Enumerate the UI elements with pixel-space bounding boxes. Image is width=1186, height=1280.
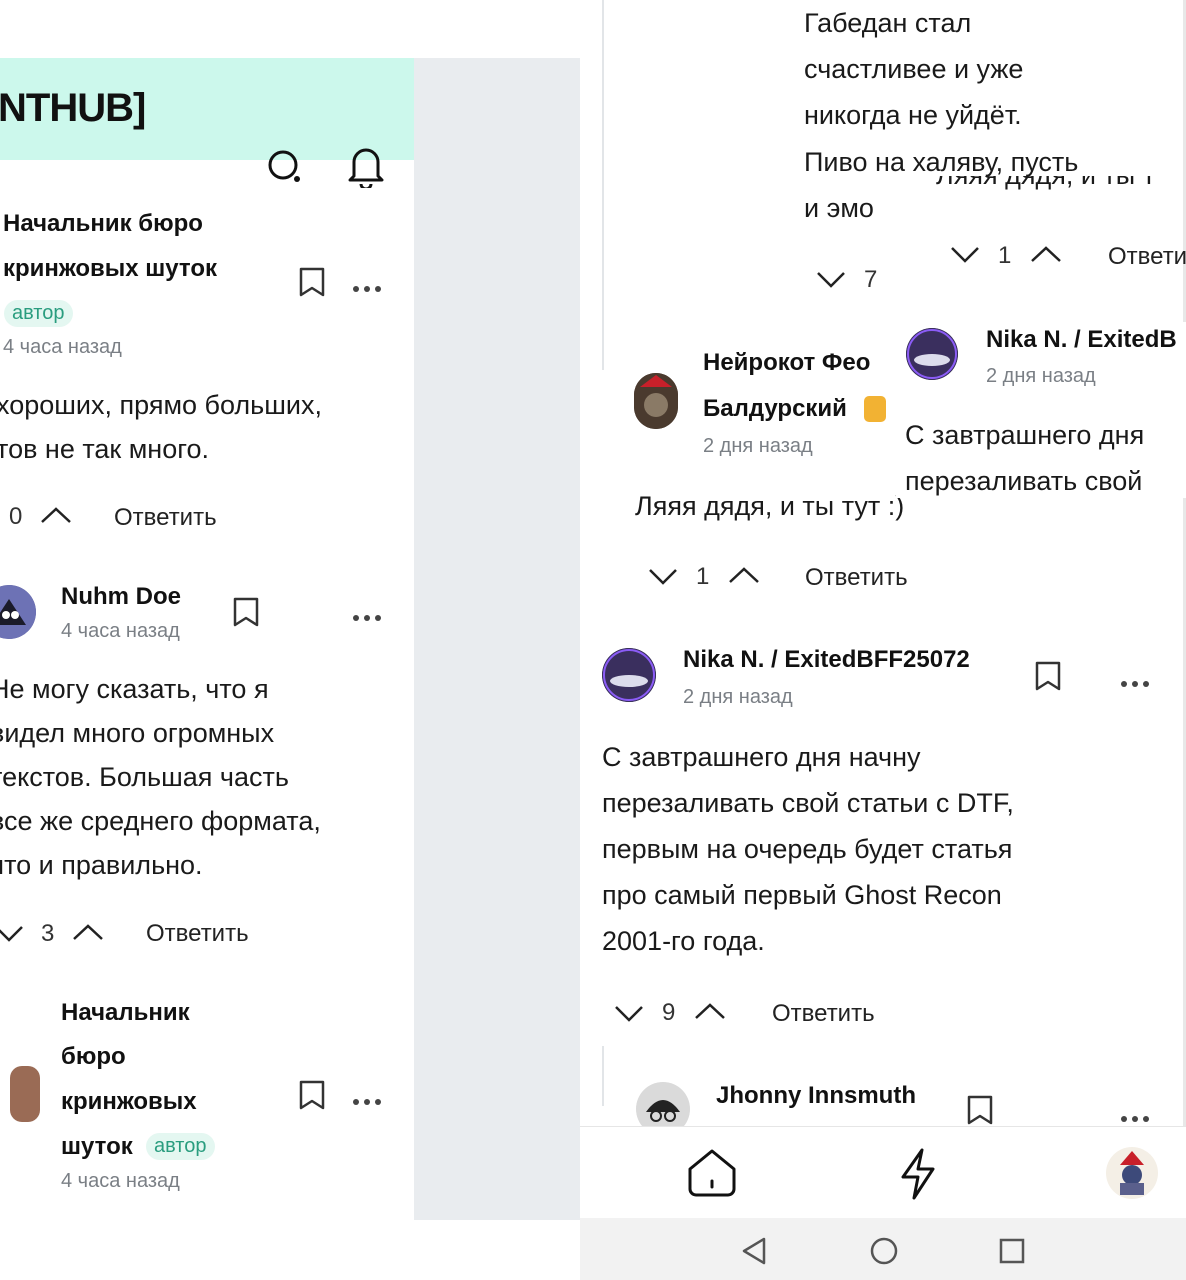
comment-text: и эмо (804, 193, 874, 223)
comment-time: 2 дня назад (986, 365, 1096, 387)
vote-down-icon[interactable] (648, 567, 678, 587)
profile-avatar[interactable] (1106, 1147, 1158, 1199)
bookmark-icon[interactable] (298, 1079, 326, 1111)
circle-home-icon[interactable] (869, 1236, 899, 1266)
comment-text: что и правильно. (0, 850, 203, 880)
vote-count: 9 (662, 999, 676, 1026)
comment-time: 4 часа назад (3, 336, 122, 358)
comment-text: Пиво на халяву, пусть (804, 147, 1079, 177)
more-icon[interactable] (1120, 679, 1150, 689)
reply-button[interactable]: Ответить (772, 1000, 875, 1028)
comment-text: перезаливать свой (905, 466, 1143, 496)
comment-author[interactable]: Nika N. / ExitedB (986, 326, 1177, 354)
home-icon[interactable] (686, 1147, 738, 1199)
comment-text: текстов. Большая часть (0, 762, 289, 792)
avatar[interactable] (634, 373, 678, 429)
thread-line (602, 1046, 604, 1106)
comment-text: С завтрашнего дня начну (602, 742, 921, 772)
comment-author[interactable]: кринжовых (61, 1088, 197, 1116)
vote-up-icon[interactable] (694, 1001, 726, 1021)
comment-text: Не могу сказать, что я (0, 674, 269, 704)
more-icon[interactable] (352, 284, 382, 294)
author-badge: автор (146, 1133, 215, 1160)
comment-author[interactable]: Jhonny Innsmuth (716, 1082, 916, 1110)
lightning-icon[interactable] (898, 1147, 938, 1201)
comment-text: никогда не уйдёт. (804, 100, 1022, 130)
comment-text: счастливее и уже (804, 54, 1024, 84)
avatar[interactable] (906, 328, 958, 380)
comment-time: 4 часа назад (61, 1170, 180, 1192)
vote-count: 7 (864, 266, 878, 293)
vote-down-icon[interactable] (950, 245, 980, 265)
comment-text: перезаливать свой статьи с DTF, (602, 788, 1014, 818)
vote-up-icon[interactable] (1030, 244, 1062, 264)
system-navigation (580, 1218, 1186, 1280)
reply-button[interactable]: Ответить (146, 920, 249, 948)
bell-icon[interactable] (346, 144, 386, 188)
vote-count: 0 (9, 503, 23, 530)
emoji-icon (864, 396, 886, 422)
avatar[interactable] (10, 1066, 40, 1122)
avatar[interactable] (602, 648, 656, 702)
vote-count: 1 (998, 242, 1012, 269)
reply-button[interactable]: Ответи (1108, 243, 1186, 271)
more-icon[interactable] (352, 613, 382, 623)
comment-text: Ляяя дядя, и ты тут :) (635, 491, 905, 521)
comment-author[interactable]: шуток (61, 1133, 133, 1161)
comment-author[interactable]: бюро (61, 1043, 126, 1071)
app-logo: NTHUB] (0, 86, 146, 130)
comment-text: 2001-го года. (602, 926, 765, 956)
vote-count: 3 (41, 920, 55, 947)
comment-author[interactable]: Нейрокот Фео (703, 349, 870, 377)
comment-author[interactable]: Начальник бюро (3, 210, 203, 238)
comment-time: 2 дня назад (703, 435, 813, 457)
comment-text: хороших, прямо больших, (0, 390, 322, 420)
reply-button[interactable]: Ответить (114, 504, 217, 532)
back-icon[interactable] (740, 1236, 768, 1266)
thread-line (602, 0, 604, 370)
comment-time: 2 дня назад (683, 686, 793, 708)
panel-gap (414, 58, 580, 1220)
comment-author[interactable]: Nuhm Doe (61, 583, 181, 611)
clipped-comment: Ляяя дядя, и ты т (936, 176, 1186, 194)
comment-text: первым на очередь будет статья (602, 834, 1013, 864)
reply-button[interactable]: Ответить (805, 564, 908, 592)
comment-author[interactable]: Балдурский (703, 395, 847, 423)
comment-author[interactable]: Nika N. / ExitedBFF25072 (683, 646, 970, 674)
comment-text: С завтрашнего дня (905, 420, 1145, 450)
more-icon[interactable] (352, 1097, 382, 1107)
app-header: NTHUB] (0, 58, 414, 188)
vote-up-icon[interactable] (72, 922, 104, 942)
bookmark-icon[interactable] (966, 1094, 994, 1126)
search-icon[interactable] (266, 148, 304, 186)
vote-up-icon[interactable] (40, 505, 72, 525)
comment-author[interactable]: кринжовых шуток (3, 255, 217, 283)
bookmark-icon[interactable] (298, 266, 326, 298)
comment-time: 4 часа назад (61, 620, 180, 642)
recents-icon[interactable] (998, 1237, 1026, 1265)
vote-down-icon[interactable] (0, 924, 24, 944)
vote-down-icon[interactable] (614, 1004, 644, 1024)
vote-count: 1 (696, 563, 710, 590)
comment-text: про самый первый Ghost Recon (602, 880, 1002, 910)
author-badge: автор (4, 300, 73, 327)
comment-author[interactable]: Начальник (61, 999, 190, 1027)
bookmark-icon[interactable] (1034, 660, 1062, 692)
comment-text: Ляяя дядя, и ты т (936, 176, 1155, 191)
vote-down-icon[interactable] (816, 270, 846, 290)
bookmark-icon[interactable] (232, 596, 260, 628)
overlay-comment: Nika N. / ExitedB 2 дня назад С завтрашн… (896, 322, 1186, 498)
more-icon[interactable] (1120, 1114, 1150, 1124)
vote-up-icon[interactable] (728, 565, 760, 585)
bottom-navigation (580, 1126, 1186, 1219)
comment-text: все же среднего формата, (0, 806, 321, 836)
comment-text: Габедан стал (804, 8, 972, 38)
comment-text: видел много огромных (0, 718, 275, 748)
comment-text: тов не так много. (0, 434, 210, 464)
